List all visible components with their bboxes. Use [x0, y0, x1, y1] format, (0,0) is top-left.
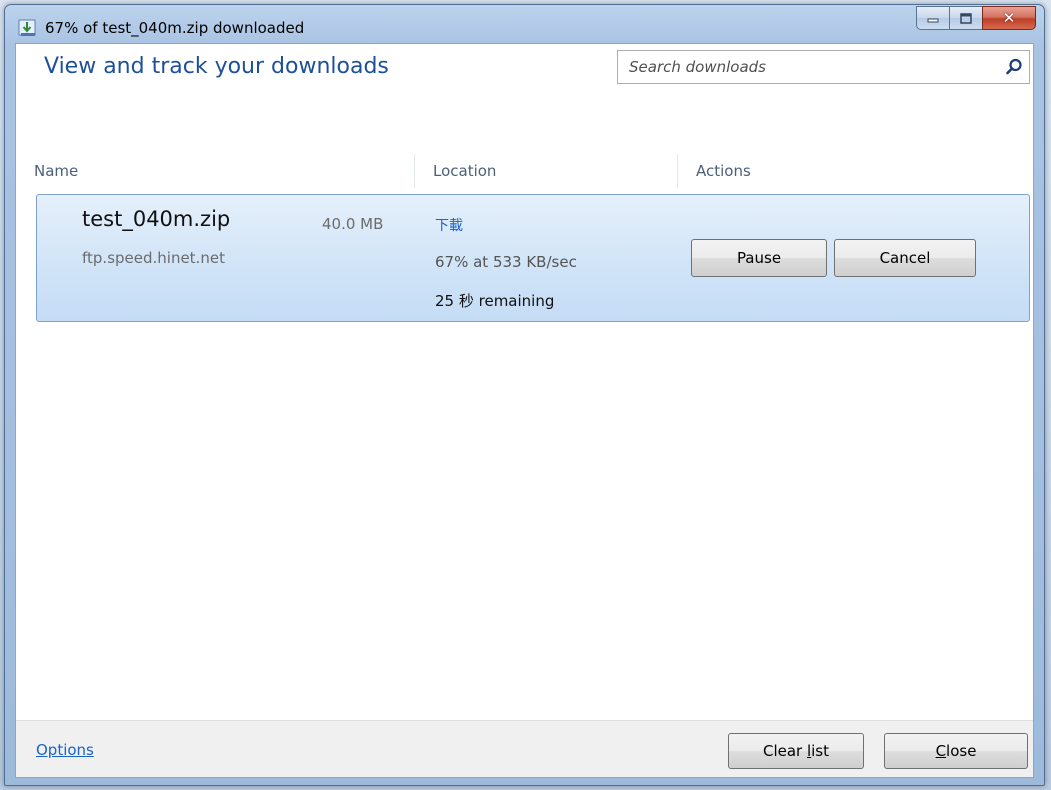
maximize-icon [960, 12, 972, 24]
column-header-actions[interactable]: Actions [677, 154, 1033, 188]
search-box[interactable] [617, 50, 1030, 84]
close-button[interactable]: Close [884, 733, 1028, 769]
file-source: ftp.speed.hinet.net [82, 249, 225, 267]
downloads-window: 67% of test_040m.zip downloaded ✕ View a… [4, 4, 1045, 786]
minimize-icon [927, 18, 939, 23]
close-label-accel: C [935, 742, 947, 760]
clear-list-button[interactable]: Clear l ist [728, 733, 864, 769]
page-title: View and track your downloads [44, 54, 389, 79]
progress-status: 67% at 533 KB/sec [435, 253, 577, 271]
minimize-button[interactable] [916, 6, 950, 30]
clear-list-label-pre: Clear [762, 742, 807, 760]
cancel-button[interactable]: Cancel [834, 239, 976, 277]
footer-bar: Options Clear l ist Close [16, 720, 1033, 777]
pause-button[interactable]: Pause [691, 239, 827, 277]
file-size: 40.0 MB [322, 215, 384, 233]
window-title: 67% of test_040m.zip downloaded [45, 19, 305, 37]
caption-buttons: ✕ [916, 6, 1036, 30]
download-icon [18, 19, 36, 36]
location-link[interactable]: 下載 [435, 215, 463, 235]
window-close-button[interactable]: ✕ [982, 6, 1036, 30]
search-input[interactable] [618, 51, 988, 83]
options-link[interactable]: Options [36, 741, 94, 759]
maximize-button[interactable] [949, 6, 983, 30]
column-header-location[interactable]: Location [414, 154, 677, 188]
clear-list-label-post: ist [811, 742, 830, 760]
file-name: test_040m.zip [82, 207, 231, 231]
time-remaining: 25 秒 remaining [435, 292, 555, 310]
search-icon[interactable] [1005, 58, 1023, 76]
close-icon: ✕ [1002, 9, 1016, 27]
column-headers: Name Location Actions [16, 154, 1033, 188]
close-label-post: lose [946, 742, 977, 760]
client-area: View and track your downloads Name Locat… [15, 43, 1034, 778]
download-row[interactable]: test_040m.zip 40.0 MB ftp.speed.hinet.ne… [36, 194, 1030, 322]
column-header-name[interactable]: Name [16, 154, 414, 188]
